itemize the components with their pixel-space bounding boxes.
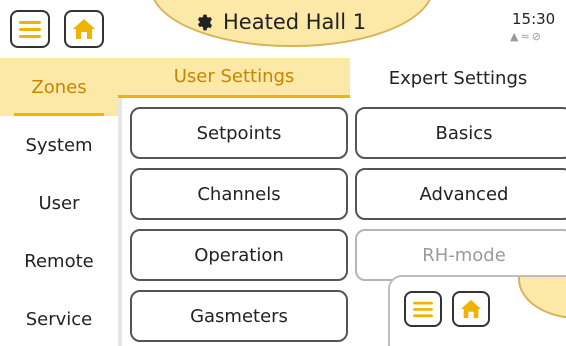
sidebar-item-label: System: [25, 134, 93, 156]
divider: [118, 98, 122, 346]
status-icons: ▲≈⊘: [510, 30, 543, 43]
top-bar: Heated Hall 1 15:30 ▲≈⊘: [0, 0, 566, 58]
title-text: Heated Hall 1: [223, 10, 367, 34]
sidebar-item-label: User: [38, 192, 80, 214]
menu-icon: [19, 21, 41, 38]
sidebar-item-user[interactable]: User: [0, 174, 118, 232]
tab-label: User Settings: [173, 66, 295, 87]
screen: Heated Hall 1 15:30 ▲≈⊘ Zones System Use…: [0, 0, 566, 346]
basics-button[interactable]: Basics: [355, 107, 566, 159]
popup-preview: [388, 275, 566, 346]
sidebar-item-system[interactable]: System: [0, 116, 118, 174]
wifi-icon: ≈: [520, 30, 532, 43]
popup-home-button[interactable]: [452, 291, 490, 327]
gasmeters-button[interactable]: Gasmeters: [130, 290, 348, 342]
advanced-button[interactable]: Advanced: [355, 168, 566, 220]
tab-label: Expert Settings: [388, 67, 528, 89]
sidebar-active-indicator: [14, 113, 104, 116]
home-icon: [73, 19, 95, 39]
gear-icon: [197, 14, 213, 31]
tab-expert-settings[interactable]: Expert Settings: [350, 58, 566, 98]
sidebar-item-label: Service: [25, 308, 93, 330]
sidebar-item-label: Remote: [24, 250, 94, 272]
popup-title-arc: [518, 277, 566, 319]
sidebar: Zones System User Remote Service: [0, 58, 118, 346]
menu-icon: [413, 301, 433, 318]
home-icon: [460, 299, 482, 319]
warning-icon: ▲: [510, 30, 521, 43]
tab-bar: User Settings Expert Settings: [118, 58, 566, 98]
menu-button[interactable]: [10, 10, 50, 48]
no-signal-icon: ⊘: [531, 30, 543, 43]
sidebar-item-service[interactable]: Service: [0, 290, 118, 346]
sidebar-item-remote[interactable]: Remote: [0, 232, 118, 290]
rh-mode-button[interactable]: RH-mode: [355, 229, 566, 281]
clock: 15:30: [512, 10, 556, 28]
popup-menu-button[interactable]: [404, 291, 442, 327]
operation-button[interactable]: Operation: [130, 229, 348, 281]
setpoints-button[interactable]: Setpoints: [130, 107, 348, 159]
sidebar-item-zones[interactable]: Zones: [0, 58, 118, 116]
sidebar-item-label: Zones: [31, 76, 87, 98]
tab-user-settings[interactable]: User Settings: [118, 58, 350, 98]
page-title: Heated Hall 1: [195, 10, 366, 34]
home-button[interactable]: [64, 10, 104, 48]
channels-button[interactable]: Channels: [130, 168, 348, 220]
